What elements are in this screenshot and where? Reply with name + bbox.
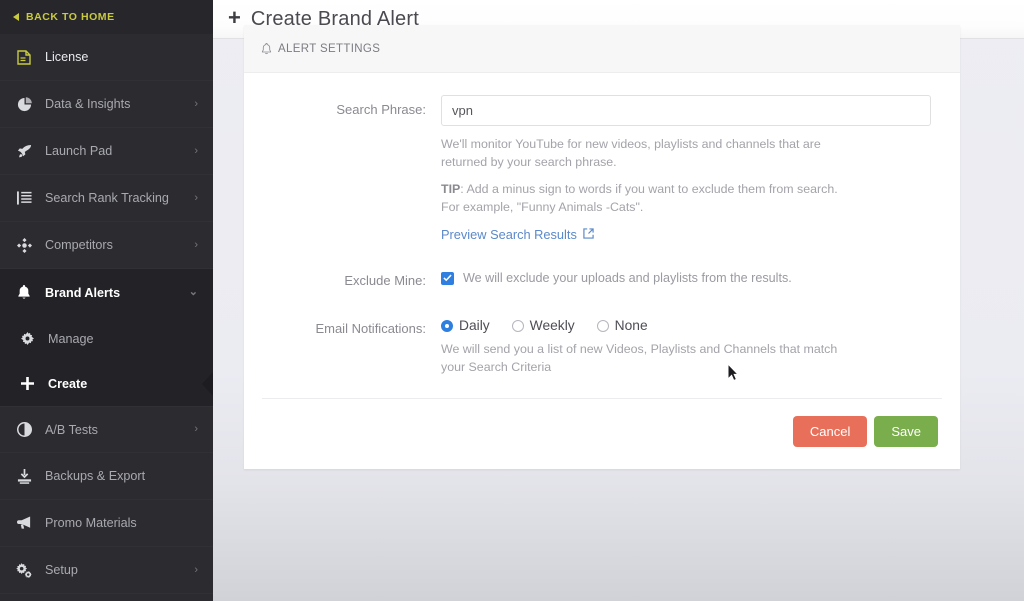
field-row-exclude-mine: Exclude Mine: We will exclude your uploa… (244, 266, 960, 288)
bell-icon (261, 42, 272, 55)
search-phrase-label: Search Phrase: (336, 102, 426, 117)
email-notifications-help: We will send you a list of new Videos, P… (441, 342, 838, 374)
sidebar-group-brand-alerts: Brand Alerts ⌄ Manage Create (0, 269, 213, 406)
sidebar-item-brand-alerts[interactable]: Brand Alerts ⌄ (0, 269, 213, 316)
sidebar-item-competitors[interactable]: Competitors › (0, 222, 213, 269)
preview-link-row: Preview Search Results (441, 226, 931, 244)
exclude-mine-checkbox[interactable] (441, 271, 454, 285)
sidebar-item-label: Competitors (45, 238, 113, 252)
radio-dot-weekly[interactable] (511, 319, 524, 332)
sidebar-item-promo-materials[interactable]: Promo Materials (0, 500, 213, 547)
radio-label-daily: Daily (459, 318, 490, 333)
app-root: BACK TO HOME License Data & Insights › L… (0, 0, 1024, 601)
card-body: Search Phrase: We'll monitor YouTube for… (244, 73, 960, 469)
card-header: ALERT SETTINGS (244, 25, 960, 73)
main-content: + Create Brand Alert ALERT SETTINGS Sear… (213, 0, 1024, 601)
card-header-title: ALERT SETTINGS (278, 42, 381, 55)
sidebar-item-data-insights[interactable]: Data & Insights › (0, 81, 213, 128)
sidebar-item-label: Manage (48, 331, 94, 346)
preview-search-results-link[interactable]: Preview Search Results (441, 227, 594, 242)
chevron-right-icon: › (194, 423, 198, 435)
plus-icon: + (228, 5, 241, 30)
sidebar-item-manage[interactable]: Manage (0, 316, 213, 361)
search-phrase-control: We'll monitor YouTube for new videos, pl… (441, 95, 961, 244)
chevron-right-icon: › (194, 144, 198, 157)
tip-text: : Add a minus sign to words if you want … (441, 182, 838, 214)
exclude-mine-control: We will exclude your uploads and playlis… (441, 266, 960, 288)
sidebar-item-launch-pad[interactable]: Launch Pad › (0, 128, 213, 175)
bell-icon (13, 285, 35, 300)
download-icon (13, 468, 35, 484)
card-actions: Cancel Save (244, 399, 960, 469)
chevron-right-icon: › (194, 563, 198, 576)
license-document-icon (13, 49, 35, 65)
sidebar-item-license[interactable]: License (0, 34, 213, 81)
search-phrase-help: We'll monitor YouTube for new videos, pl… (441, 137, 821, 169)
sidebar-item-label: Create (48, 376, 88, 391)
diamond-icon (13, 237, 35, 253)
pie-chart-icon (13, 96, 35, 112)
sidebar-item-create[interactable]: Create (0, 361, 213, 406)
radio-option-none[interactable]: None (596, 318, 648, 333)
cancel-button[interactable]: Cancel (792, 416, 868, 447)
radio-option-weekly[interactable]: Weekly (511, 318, 575, 333)
sidebar-item-label: Launch Pad (45, 144, 113, 158)
chevron-right-icon: › (194, 191, 198, 204)
gear-icon (17, 332, 37, 345)
radio-dot-daily[interactable] (441, 319, 453, 332)
chevron-right-icon: › (194, 97, 198, 110)
field-row-search-phrase: Search Phrase: We'll monitor YouTube for… (244, 95, 960, 244)
sidebar-item-ab-tests[interactable]: A/B Tests › (0, 406, 213, 453)
radio-option-daily[interactable]: Daily (441, 318, 490, 333)
email-notifications-control: Daily Weekly None We will send you a lis… (441, 314, 960, 376)
email-notifications-radio-group: Daily Weekly None (441, 314, 930, 333)
sidebar-item-label: Setup (45, 563, 78, 577)
exclude-mine-checkbox-row[interactable]: We will exclude your uploads and playlis… (441, 266, 930, 285)
active-indicator-arrow (202, 370, 213, 397)
sidebar-item-label: Brand Alerts (45, 285, 121, 300)
exclude-mine-label: Exclude Mine: (344, 273, 426, 288)
tip-label: TIP (441, 182, 461, 196)
back-to-home-link[interactable]: BACK TO HOME (0, 0, 213, 34)
triangle-left-icon (13, 13, 19, 21)
sidebar-item-search-rank-tracking[interactable]: Search Rank Tracking › (0, 175, 213, 222)
back-to-home-label: BACK TO HOME (26, 11, 115, 23)
sidebar-item-label: Backups & Export (45, 469, 146, 483)
contrast-circle-icon (13, 422, 35, 437)
sidebar-item-label: Search Rank Tracking (45, 191, 169, 205)
field-row-email-notifications: Email Notifications: Daily Weekly None W… (244, 314, 960, 376)
search-phrase-input[interactable] (441, 95, 931, 126)
plus-icon (17, 377, 37, 390)
sidebar-item-label: License (45, 50, 89, 64)
chevron-down-icon: ⌄ (188, 286, 198, 298)
radio-dot-none[interactable] (596, 319, 609, 332)
megaphone-icon (13, 516, 35, 530)
chevron-right-icon: › (194, 238, 198, 251)
gears-icon (13, 562, 35, 578)
sidebar-item-label: Data & Insights (45, 97, 131, 111)
search-phrase-tip: TIP: Add a minus sign to words if you wa… (441, 181, 846, 216)
preview-search-results-label: Preview Search Results (441, 227, 577, 242)
sidebar: BACK TO HOME License Data & Insights › L… (0, 0, 213, 601)
radio-label-weekly: Weekly (529, 318, 575, 333)
sidebar-item-label: A/B Tests (45, 422, 98, 437)
sidebar-item-setup[interactable]: Setup › (0, 547, 213, 594)
save-button[interactable]: Save (874, 416, 938, 447)
alert-settings-card: ALERT SETTINGS Search Phrase: We'll moni… (244, 25, 960, 469)
exclude-mine-text: We will exclude your uploads and playlis… (463, 271, 792, 285)
sidebar-item-label: Promo Materials (45, 516, 137, 530)
list-icon (13, 191, 35, 205)
email-notifications-label: Email Notifications: (315, 321, 426, 336)
rocket-icon (13, 144, 35, 159)
external-link-icon (583, 227, 594, 242)
sidebar-item-backups-export[interactable]: Backups & Export (0, 453, 213, 500)
radio-label-none: None (614, 318, 648, 333)
